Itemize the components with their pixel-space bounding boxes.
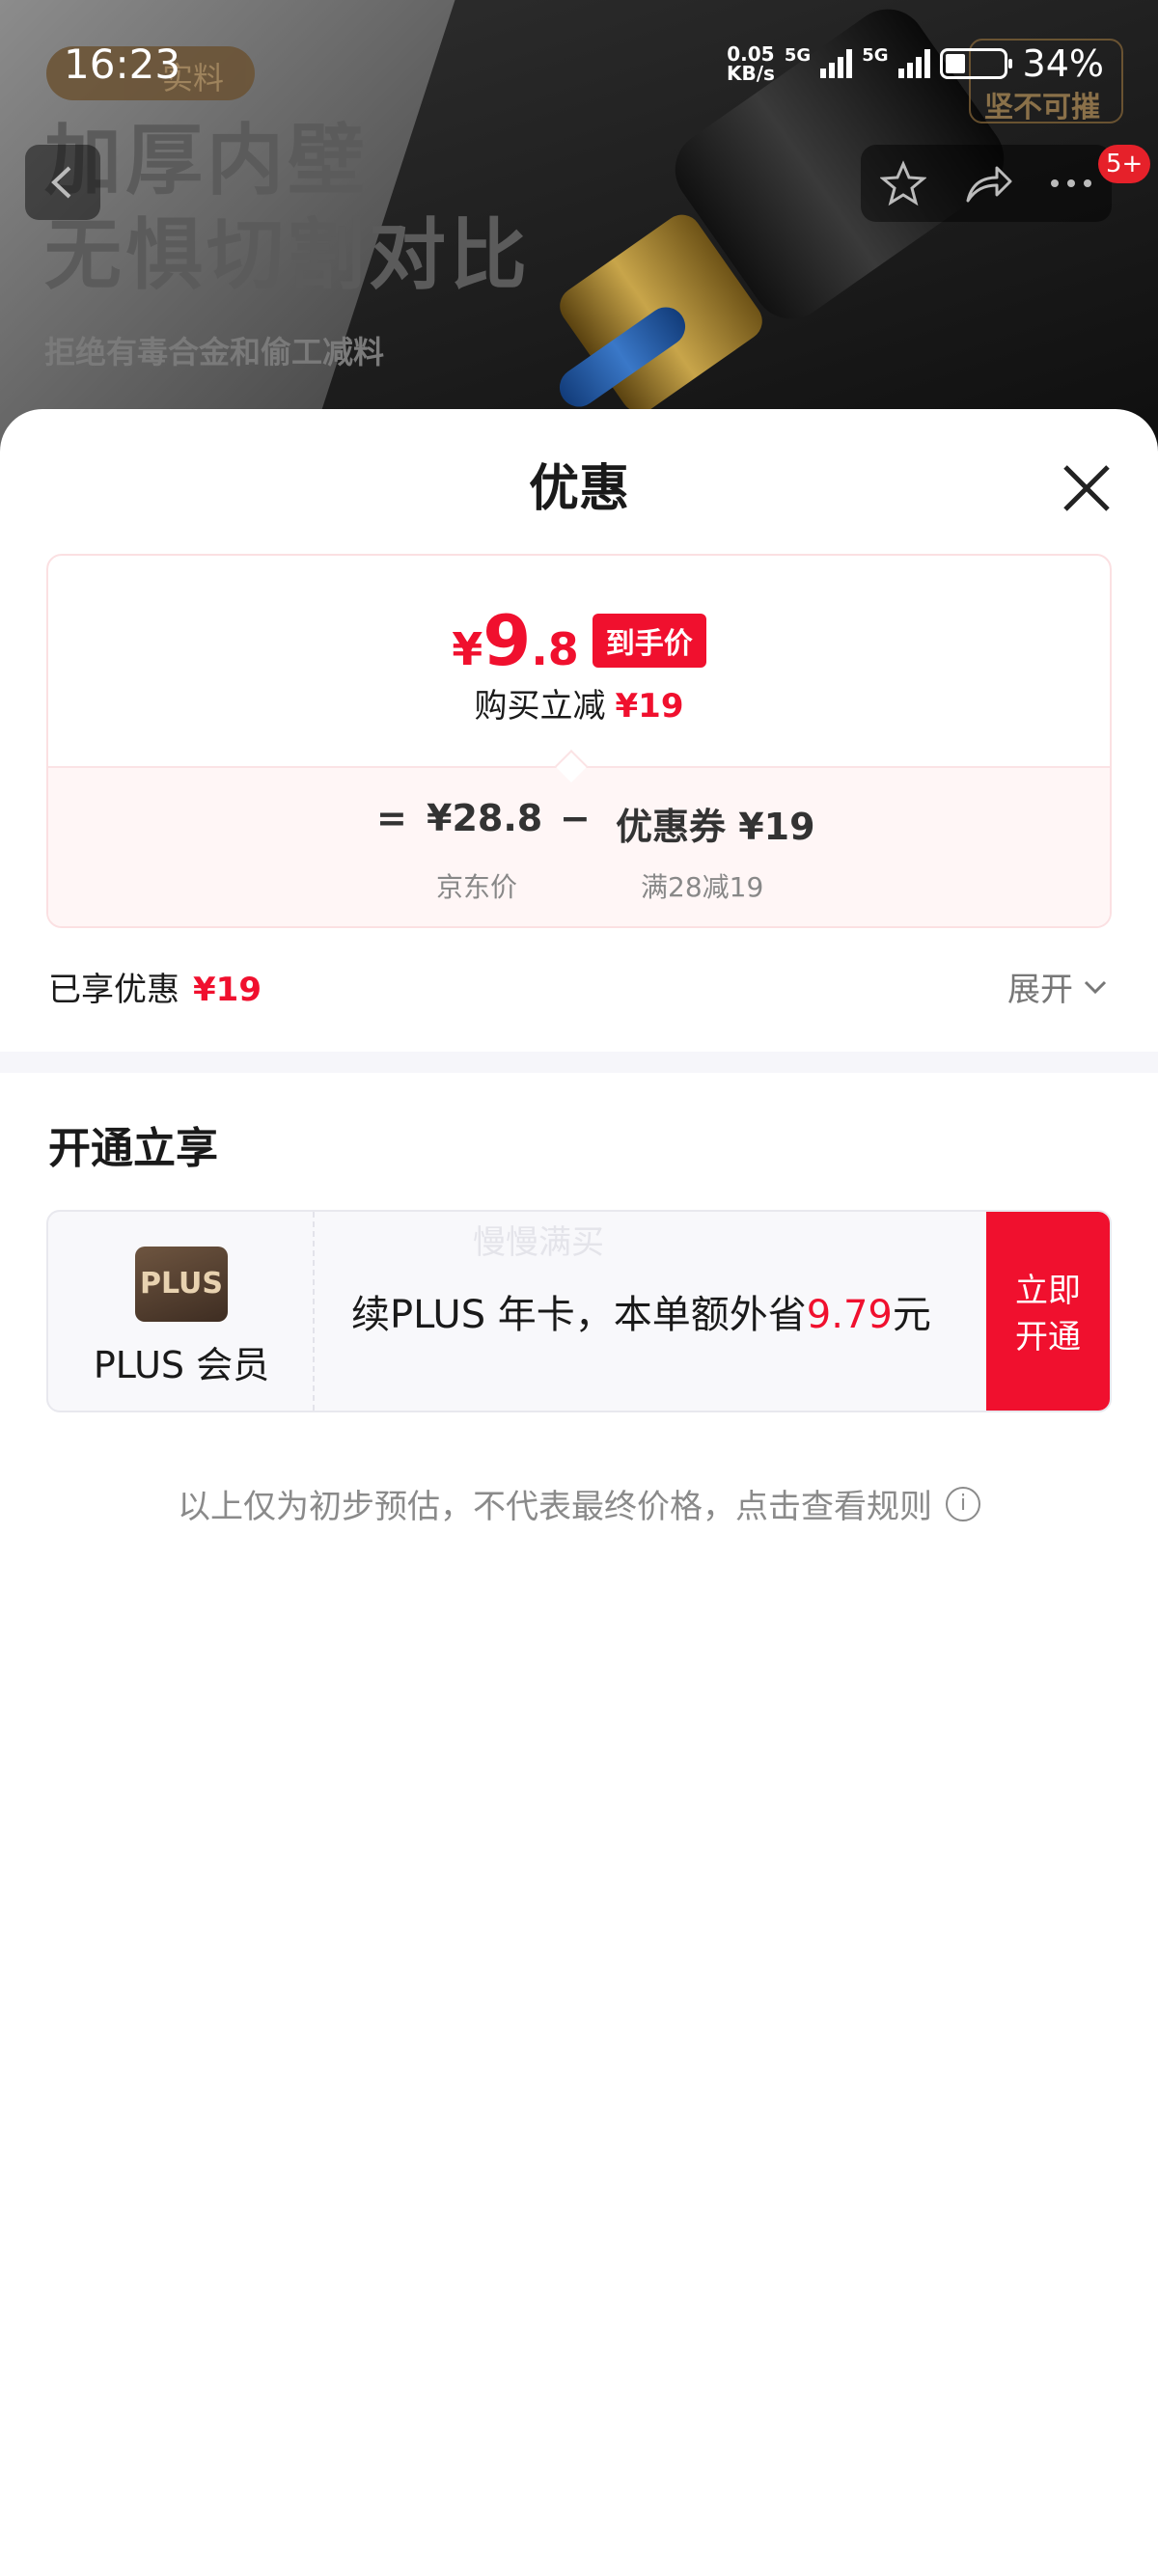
plus-offer-prefix: 续PLUS 年卡，本单额外省 xyxy=(351,1293,807,1337)
final-price-tag: 到手价 xyxy=(592,614,706,668)
message-badge: 5+ xyxy=(1098,145,1151,183)
final-price-currency: ¥ xyxy=(452,623,483,675)
battery-icon xyxy=(939,48,1012,79)
net-speed-value: 0.05 xyxy=(727,42,775,66)
back-button[interactable] xyxy=(25,145,100,220)
sheet-title: 优惠 xyxy=(528,460,629,518)
minus-sign: − xyxy=(560,797,591,839)
activate-line2: 开通 xyxy=(1015,1318,1081,1357)
status-time: 16:23 xyxy=(64,41,181,88)
coupon-amount: 优惠券 ¥19 xyxy=(616,806,815,848)
activate-plus-button[interactable]: 立即 开通 xyxy=(986,1212,1110,1411)
disclaimer-text: 以上仅为初步预估，不代表最终价格，点击查看规则 xyxy=(178,1488,932,1526)
banner-headline: 加厚内壁 无惧切割对比 xyxy=(44,116,531,300)
price-summary-top: ¥ 9 .8 到手价 购买立减 ¥19 xyxy=(48,556,1110,766)
section-divider xyxy=(0,1052,1158,1073)
plus-left-panel: PLUS PLUS 会员 xyxy=(48,1212,315,1411)
instant-discount-label: 购买立减 xyxy=(474,687,606,726)
price-breakdown: = ¥28.8 京东价 − 优惠券 ¥19 满28减19 xyxy=(48,766,1110,926)
plus-offer: 续PLUS 年卡，本单额外省9.79元 xyxy=(351,1283,931,1339)
net-speed-unit: KB/s xyxy=(726,62,775,85)
sim2-gen: 5G xyxy=(862,44,889,66)
close-icon[interactable] xyxy=(1052,453,1121,523)
final-price-decimal: .8 xyxy=(531,623,579,675)
plus-offer-amount: 9.79 xyxy=(806,1293,893,1337)
final-price: ¥ 9 .8 到手价 xyxy=(48,600,1110,681)
battery-percent: 34% xyxy=(1022,42,1104,85)
signal-icon xyxy=(820,49,853,78)
sim1-gen: 5G xyxy=(784,44,812,66)
banner-subtitle: 拒绝有毒合金和偷工减料 xyxy=(44,334,385,370)
jd-price: ¥28.8 xyxy=(427,797,543,839)
chevron-down-icon xyxy=(1084,980,1107,994)
price-summary-card: ¥ 9 .8 到手价 购买立减 ¥19 = ¥28.8 京东价 − 优惠券 ¥19… xyxy=(46,554,1112,928)
equals-sign: = xyxy=(376,797,407,839)
signal-icon-2 xyxy=(897,49,930,78)
enjoyed-value: ¥19 xyxy=(193,971,262,1009)
open-section-title: 开通立享 xyxy=(48,1124,218,1173)
net-speed: 0.05 KB/s xyxy=(727,44,775,83)
more-icon[interactable] xyxy=(1050,178,1092,188)
status-bar: 16:23 0.05 KB/s 5G 5G 34% xyxy=(0,0,1158,116)
activate-line1: 立即 xyxy=(1015,1272,1081,1310)
top-actions xyxy=(861,145,1112,222)
share-icon[interactable] xyxy=(964,162,1012,205)
expand-toggle[interactable]: 展开 xyxy=(1007,963,1108,1010)
watermark-text: 慢慢满买 xyxy=(473,1223,604,1262)
plus-offer-suffix: 元 xyxy=(892,1293,931,1337)
status-indicators: 0.05 KB/s 5G 5G 34% xyxy=(727,42,1104,85)
jd-price-label: 京东价 xyxy=(436,871,518,903)
expand-label: 展开 xyxy=(1007,971,1073,1009)
info-icon: i xyxy=(946,1486,980,1521)
chevron-left-icon xyxy=(51,166,71,199)
discount-sheet: 优惠 ¥ 9 .8 到手价 购买立减 ¥19 = ¥28.8 京东价 − 优惠券 … xyxy=(0,409,1158,2576)
coupon-rule: 满28减19 xyxy=(641,871,764,903)
star-icon[interactable] xyxy=(879,160,926,206)
instant-discount: 购买立减 ¥19 xyxy=(48,679,1110,726)
final-price-integer: 9 xyxy=(482,600,532,681)
plus-label: PLUS 会员 xyxy=(93,1344,270,1386)
disclaimer[interactable]: 以上仅为初步预估，不代表最终价格，点击查看规则 i xyxy=(0,1480,1158,1527)
plus-logo: PLUS xyxy=(135,1247,228,1322)
instant-discount-value: ¥19 xyxy=(615,687,684,726)
enjoyed-discount: 已享优惠 ¥19 xyxy=(48,963,262,1010)
enjoyed-label: 已享优惠 xyxy=(48,971,179,1009)
plus-membership-card[interactable]: PLUS PLUS 会员 慢慢满买 续PLUS 年卡，本单额外省9.79元 立即… xyxy=(46,1210,1112,1412)
